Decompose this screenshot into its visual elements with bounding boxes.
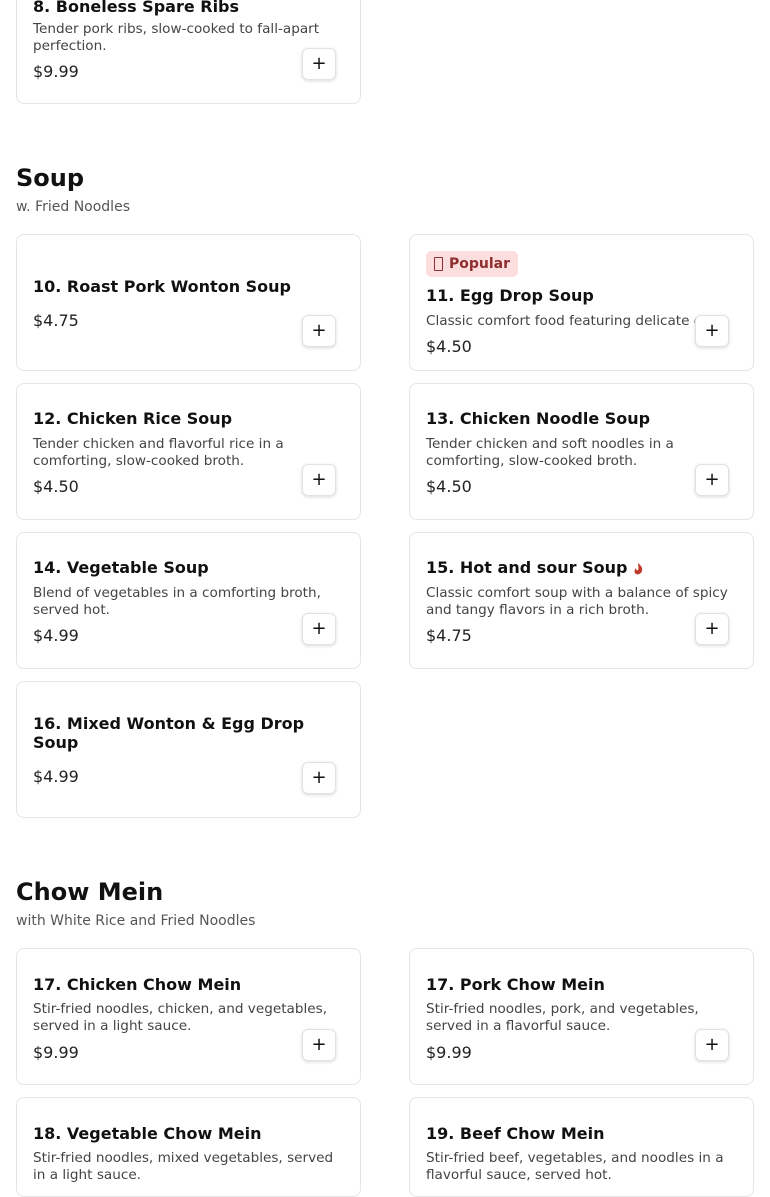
item-price: $9.99 [426,1043,472,1062]
item-title: 12. Chicken Rice Soup [33,409,233,428]
add-to-cart-button[interactable]: + [302,464,336,496]
item-price: $4.50 [426,337,472,356]
item-description: Classic comfort soup with a balance of s… [426,585,728,618]
item-title: 11. Egg Drop Soup [426,286,594,305]
item-description: Tender pork ribs, slow-cooked to fall-ap… [33,21,320,54]
chili-pepper-icon [634,562,643,574]
menu-item-card[interactable]: 16. Mixed Wonton & Egg Drop Soup $4.99 + [16,681,361,818]
item-description: Tender chicken and soft noodles in a com… [426,436,674,469]
add-to-cart-button[interactable]: + [302,315,336,347]
section-title: Soup [16,164,85,192]
item-title: 10. Roast Pork Wonton Soup [33,277,292,296]
item-price: $4.99 [33,626,79,645]
item-price: $9.99 [33,62,79,81]
menu-item-card[interactable]: 14. Vegetable Soup Blend of vegetables i… [16,532,361,669]
add-to-cart-button[interactable]: + [695,613,729,645]
add-to-cart-button[interactable]: + [695,1029,729,1061]
add-to-cart-button[interactable]: + [302,762,336,794]
item-title: 17. Chicken Chow Mein [33,975,242,994]
menu-item-card[interactable]: 18. Vegetable Chow Mein Stir-fried noodl… [16,1097,361,1197]
menu-item-card[interactable]: 10. Roast Pork Wonton Soup $4.75 + [16,234,361,371]
item-price: $4.50 [33,477,79,496]
add-to-cart-button[interactable]: + [695,315,729,347]
menu-item-card[interactable]: Popular 11. Egg Drop Soup Classic comfor… [409,234,754,371]
item-description: Blend of vegetables in a comforting brot… [33,585,321,618]
item-description: Stir-fried noodles, pork, and vegetables… [426,1001,699,1034]
item-title: 17. Pork Chow Mein [426,975,605,994]
item-price: $4.99 [33,767,79,786]
section-subtitle: with White Rice and Fried Noodles [16,913,256,929]
item-description: Tender chicken and flavorful rice in a c… [33,436,284,469]
item-title-row: 15. Hot and sour Soup [426,558,737,577]
item-title: 14. Vegetable Soup [33,558,209,577]
menu-item-card[interactable]: 8. Boneless Spare Ribs Tender pork ribs,… [16,0,361,104]
item-title: 8. Boneless Spare Ribs [33,0,240,16]
menu-item-card[interactable]: 17. Pork Chow Mein Stir-fried noodles, p… [409,948,754,1085]
badge-label: Popular [449,256,511,272]
item-description: Stir-fried beef, vegetables, and noodles… [426,1150,724,1183]
popular-badge: Popular [426,251,519,277]
item-price: $9.99 [33,1043,79,1062]
section-subtitle: w. Fried Noodles [16,199,130,215]
add-to-cart-button[interactable]: + [302,1029,336,1061]
menu-item-card[interactable]: 12. Chicken Rice Soup Tender chicken and… [16,383,361,520]
item-title: 16. Mixed Wonton & Egg Drop Soup [33,714,305,752]
item-description: Classic comfort food featuring delicate … [426,313,724,329]
item-title: 15. Hot and sour Soup [426,558,628,577]
item-price: $4.75 [33,311,79,330]
add-to-cart-button[interactable]: + [695,464,729,496]
item-title: 18. Vegetable Chow Mein [33,1124,262,1143]
item-description: Stir-fried noodles, mixed vegetables, se… [33,1150,334,1183]
item-price: $4.75 [426,626,472,645]
add-to-cart-button[interactable]: + [302,48,336,80]
menu-item-card[interactable]: 19. Beef Chow Mein Stir-fried beef, vege… [409,1097,754,1197]
item-description: Stir-fried noodles, chicken, and vegetab… [33,1001,328,1034]
section-title: Chow Mein [16,878,164,906]
menu-item-card[interactable]: 13. Chicken Noodle Soup Tender chicken a… [409,383,754,520]
menu-item-card[interactable]: 15. Hot and sour Soup Classic comfort so… [409,532,754,669]
add-to-cart-button[interactable]: + [302,613,336,645]
item-price: $4.50 [426,477,472,496]
receipt-icon [434,257,443,271]
menu-item-card[interactable]: 17. Chicken Chow Mein Stir-fried noodles… [16,948,361,1085]
item-title: 13. Chicken Noodle Soup [426,409,651,428]
item-title: 19. Beef Chow Mein [426,1124,605,1143]
